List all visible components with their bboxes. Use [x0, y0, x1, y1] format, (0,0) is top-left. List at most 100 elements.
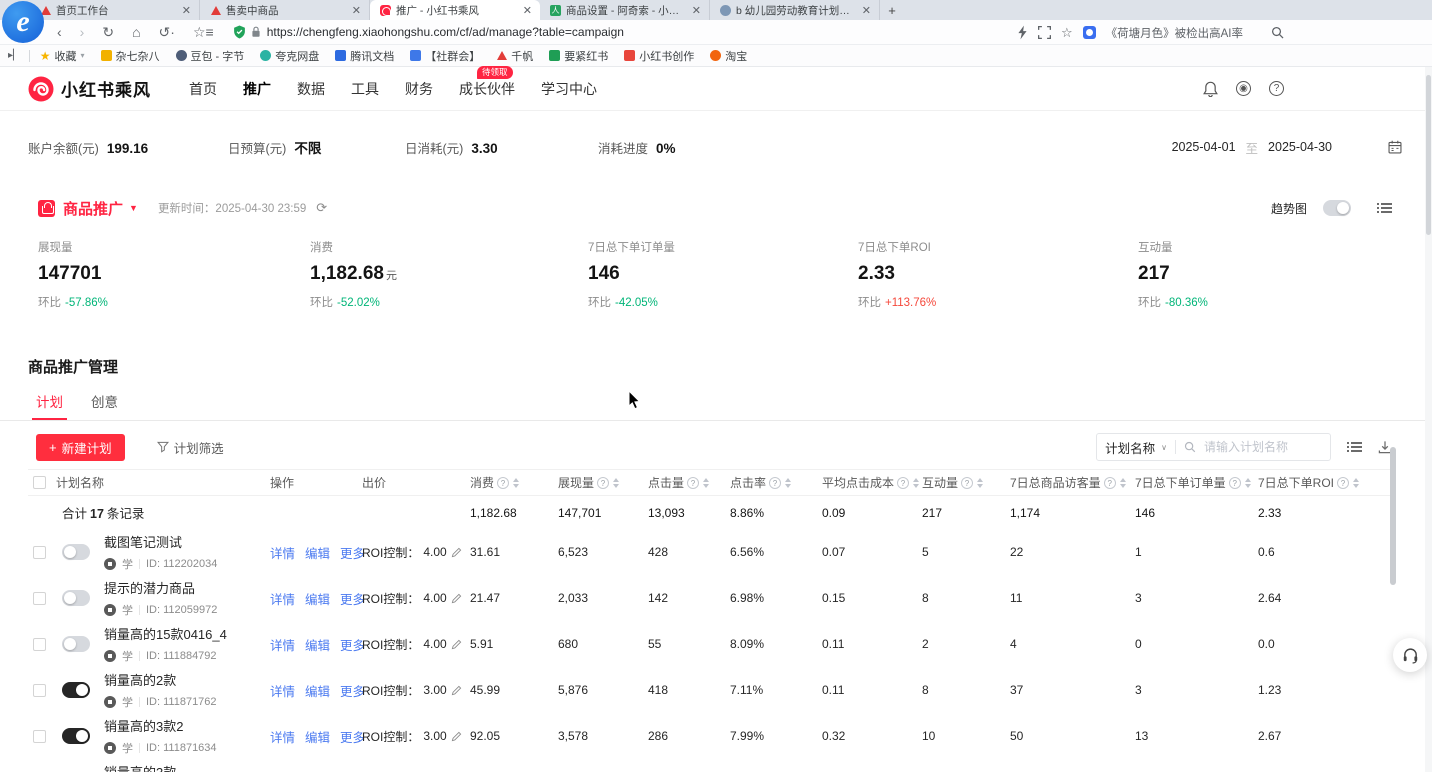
sort-icon[interactable]	[977, 478, 983, 488]
edit-bid-icon[interactable]	[451, 731, 462, 742]
customer-service-button[interactable]	[1393, 638, 1427, 672]
date-range-picker[interactable]: 2025-04-01 至 2025-04-30	[1172, 138, 1402, 157]
col-visitors-7d[interactable]: 7日总商品访客量	[1010, 474, 1135, 491]
detail-link[interactable]: 详情	[270, 681, 295, 700]
col-roi-7d[interactable]: 7日总下单ROI	[1258, 474, 1390, 491]
nav-finance[interactable]: 财务	[405, 75, 433, 103]
bookmark-hongshu-tool[interactable]: 要紧红书	[549, 48, 608, 64]
edit-link[interactable]: 编辑	[305, 589, 330, 608]
col-ctr[interactable]: 点击率	[730, 474, 822, 491]
nav-promotion[interactable]: 推广	[243, 75, 271, 103]
plan-toggle[interactable]	[62, 544, 90, 560]
tab-close-icon[interactable]: ✕	[521, 4, 534, 17]
home-icon[interactable]: ⌂	[123, 25, 149, 39]
info-icon[interactable]	[769, 477, 781, 489]
row-checkbox[interactable]	[33, 638, 46, 651]
info-icon[interactable]	[497, 477, 509, 489]
search-field-select[interactable]: 计划名称∨	[1105, 438, 1167, 457]
sort-icon[interactable]	[1120, 478, 1126, 488]
sort-icon[interactable]	[785, 478, 791, 488]
sort-icon[interactable]	[703, 478, 709, 488]
bookmarks-expand-icon[interactable]: ▸▏	[8, 50, 21, 61]
plan-name[interactable]: 截图笔记测试	[104, 532, 217, 551]
bookmark-folder[interactable]: 杂七杂八	[101, 48, 160, 64]
ai-notice-text[interactable]: 《荷塘月色》被检出高AI率	[1106, 25, 1243, 41]
window-scrollbar[interactable]	[1425, 67, 1432, 772]
bookmark-community[interactable]: 【社群会】	[410, 48, 480, 64]
brand[interactable]: 小红书乘风	[28, 76, 151, 102]
bookmark-netdisk[interactable]: 夸克网盘	[260, 48, 319, 64]
reload-icon[interactable]: ↻	[93, 25, 123, 39]
info-icon[interactable]	[897, 477, 909, 489]
tab-close-icon[interactable]: ✕	[860, 4, 873, 17]
tab-close-icon[interactable]: ✕	[350, 4, 363, 17]
trend-toggle[interactable]	[1323, 200, 1351, 216]
col-cost[interactable]: 消费	[470, 474, 558, 491]
edit-link[interactable]: 编辑	[305, 635, 330, 654]
row-checkbox[interactable]	[33, 684, 46, 697]
plan-name[interactable]: 销量高的2款	[104, 670, 217, 689]
col-engagement[interactable]: 互动量	[922, 474, 1010, 491]
plan-name[interactable]: 销量高的3款	[104, 762, 217, 772]
table-scrollbar[interactable]	[1390, 445, 1396, 772]
nav-tools[interactable]: 工具	[351, 75, 379, 103]
sort-icon[interactable]	[1245, 478, 1251, 488]
edit-bid-icon[interactable]	[451, 547, 462, 558]
browser-tab-3-active[interactable]: 推广 - 小红书乘风 ✕	[370, 0, 540, 20]
calendar-icon[interactable]	[1388, 140, 1402, 154]
scrollbar-thumb[interactable]	[1426, 75, 1431, 235]
favorites-icon[interactable]: ☆≡	[184, 25, 223, 39]
new-tab-button[interactable]: +	[880, 0, 904, 20]
edit-link[interactable]: 编辑	[305, 681, 330, 700]
info-icon[interactable]	[597, 477, 609, 489]
bookmark-qianfan[interactable]: 千帆	[496, 48, 533, 64]
bookmark-doubao[interactable]: 豆包 - 字节	[176, 48, 245, 64]
detail-link[interactable]: 详情	[270, 635, 295, 654]
search-icon[interactable]	[1271, 26, 1284, 39]
undo-icon[interactable]: ↺·	[150, 25, 184, 39]
info-icon[interactable]	[1104, 477, 1116, 489]
info-icon[interactable]	[1229, 477, 1241, 489]
sort-icon[interactable]	[513, 478, 519, 488]
plan-toggle[interactable]	[62, 590, 90, 606]
browser-tab-5[interactable]: b 幼儿园劳动教育计划总结方案… ✕	[710, 0, 880, 20]
detail-link[interactable]: 详情	[270, 727, 295, 746]
rewards-icon[interactable]: ◉	[1236, 81, 1251, 96]
bookmark-favorites[interactable]: ★ 收藏▾	[40, 48, 85, 64]
nav-data[interactable]: 数据	[297, 75, 325, 103]
detail-link[interactable]: 详情	[270, 543, 295, 562]
refresh-icon[interactable]: ⟳	[316, 200, 327, 216]
nav-learning[interactable]: 学习中心	[541, 75, 597, 103]
forward-icon[interactable]: ›	[71, 25, 94, 39]
plan-toggle[interactable]	[62, 682, 90, 698]
plan-search-input[interactable]	[1204, 440, 1322, 454]
row-checkbox[interactable]	[33, 730, 46, 743]
select-all-checkbox[interactable]	[33, 476, 46, 489]
tab-plan[interactable]: 计划	[36, 391, 63, 420]
tab-creative[interactable]: 创意	[91, 391, 118, 420]
plan-name[interactable]: 提示的潜力商品	[104, 578, 217, 597]
bookmark-tencent-docs[interactable]: 腾讯文档	[335, 48, 394, 64]
browser-tab-1[interactable]: 首页工作台 ✕	[30, 0, 200, 20]
browser-tab-4[interactable]: 商品设置 - 阿奇索 - 小红书自动… ✕	[540, 0, 710, 20]
row-checkbox[interactable]	[33, 592, 46, 605]
sort-icon[interactable]	[1353, 478, 1359, 488]
new-plan-button[interactable]: + 新建计划	[36, 434, 125, 461]
edit-link[interactable]: 编辑	[305, 543, 330, 562]
chevron-down-icon[interactable]: ▼	[129, 203, 138, 213]
nav-partner[interactable]: 成长伙伴待领取	[459, 75, 515, 103]
screenshot-icon[interactable]	[1038, 26, 1051, 39]
metric-settings-icon[interactable]	[1377, 202, 1392, 215]
tab-close-icon[interactable]: ✕	[690, 4, 703, 17]
scrollbar-thumb[interactable]	[1390, 447, 1396, 585]
plan-filter-button[interactable]: 计划筛选	[157, 438, 224, 457]
nav-home[interactable]: 首页	[189, 75, 217, 103]
detail-link[interactable]: 详情	[270, 589, 295, 608]
col-impressions[interactable]: 展现量	[558, 474, 648, 491]
promo-title[interactable]: 商品推广	[63, 198, 123, 219]
bookmark-taobao[interactable]: 淘宝	[710, 48, 747, 64]
sort-icon[interactable]	[613, 478, 619, 488]
bookmark-xhs-creator[interactable]: 小红书创作	[624, 48, 694, 64]
info-icon[interactable]	[1337, 477, 1349, 489]
row-checkbox[interactable]	[33, 546, 46, 559]
